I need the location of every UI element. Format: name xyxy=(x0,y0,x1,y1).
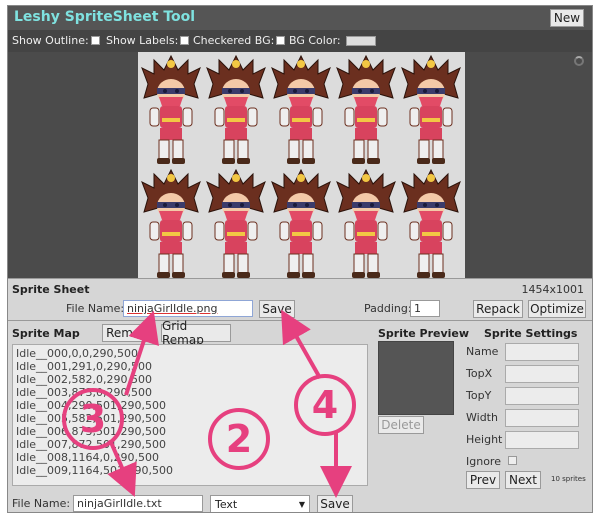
delete-button[interactable]: Delete xyxy=(378,416,424,434)
sprite-map-title: Sprite Map xyxy=(12,327,80,340)
sprite-frame[interactable] xyxy=(400,168,462,278)
sprite-sheet-dimensions: 1454x1001 xyxy=(521,283,585,296)
sprite-settings-title: Sprite Settings xyxy=(484,327,578,340)
settings-name-input[interactable] xyxy=(505,343,579,361)
sprite-map-line: Idle__008,1164,0,290,500 xyxy=(16,451,160,464)
map-file-name-label: File Name: xyxy=(12,497,71,510)
padding-input[interactable]: 1 xyxy=(410,300,440,317)
settings-width-label: Width xyxy=(466,411,498,424)
sheet-file-name-input[interactable]: ninjaGirlIdle.png xyxy=(123,300,253,317)
map-save-button[interactable]: Save xyxy=(317,495,353,512)
checkered-bg-checkbox[interactable] xyxy=(276,36,286,45)
annotation-number-3: 3 xyxy=(62,388,124,450)
padding-label: Padding: xyxy=(364,302,412,315)
checkered-bg-label: Checkered BG: xyxy=(193,34,275,47)
sprite-frame[interactable] xyxy=(205,54,267,166)
settings-topy-input[interactable] xyxy=(505,387,579,405)
sprite-frame[interactable] xyxy=(205,168,267,278)
settings-ignore-label: Ignore xyxy=(466,455,501,468)
show-labels-option: Show Labels: xyxy=(106,34,190,47)
settings-height-label: Height xyxy=(466,433,503,446)
annotation-number-4: 4 xyxy=(294,374,356,436)
ignore-checkbox[interactable] xyxy=(508,456,517,465)
settings-topy-label: TopY xyxy=(466,389,492,402)
new-button[interactable]: New xyxy=(550,9,584,27)
settings-topx-input[interactable] xyxy=(505,365,579,383)
show-outline-checkbox[interactable] xyxy=(90,36,100,45)
title-bar: Leshy SpriteSheet Tool New xyxy=(8,6,592,30)
sprite-frame[interactable] xyxy=(140,54,202,166)
bg-color-option: BG Color: xyxy=(289,34,376,47)
sprite-frame[interactable] xyxy=(270,168,332,278)
repack-button[interactable]: Repack xyxy=(473,300,523,318)
sprite-sheet-panel: Sprite Sheet 1454x1001 File Name: ninjaG… xyxy=(8,278,592,320)
show-outline-label: Show Outline: xyxy=(12,34,89,47)
sprite-sheet-image[interactable] xyxy=(138,52,465,278)
sheet-save-button[interactable]: Save xyxy=(259,300,295,318)
sheet-file-name-value: ninjaGirlIdle.png xyxy=(127,302,218,315)
sprite-frame[interactable] xyxy=(140,168,202,278)
map-file-name-input[interactable]: ninjaGirlIdle.txt xyxy=(73,495,203,512)
dropdown-arrow-icon: ▼ xyxy=(298,499,305,509)
show-labels-checkbox[interactable] xyxy=(180,36,190,45)
toolbar: Show Outline: Show Labels: Checkered BG:… xyxy=(8,30,592,52)
settings-width-input[interactable] xyxy=(505,409,579,427)
sprite-frame[interactable] xyxy=(270,54,332,166)
sprite-map-line: Idle__009,1164,501,290,500 xyxy=(16,464,174,477)
grid-remap-button[interactable]: Grid Remap xyxy=(161,319,231,347)
sprite-sheet-title: Sprite Sheet xyxy=(12,283,90,296)
show-outline-option: Show Outline: xyxy=(12,34,100,47)
settings-topx-label: TopX xyxy=(466,367,493,380)
map-format-value: Text xyxy=(215,497,238,511)
app-title: Leshy SpriteSheet Tool xyxy=(14,9,196,25)
prev-button[interactable]: Prev xyxy=(466,471,500,489)
sprite-canvas[interactable] xyxy=(8,52,592,278)
settings-height-input[interactable] xyxy=(505,431,579,449)
checkered-bg-option: Checkered BG: xyxy=(193,34,286,47)
sprite-preview-box xyxy=(378,341,454,415)
loading-spinner-icon xyxy=(574,56,584,66)
map-file-name-value: ninjaGirlIdle.txt xyxy=(77,497,162,510)
sprite-frame[interactable] xyxy=(400,54,462,166)
next-button[interactable]: Next xyxy=(505,471,541,489)
sprite-map-line: Idle__007,872,501,290,500 xyxy=(16,438,167,451)
sheet-file-name-label: File Name: xyxy=(66,302,125,315)
map-format-select[interactable]: Text ▼ xyxy=(210,495,310,512)
annotation-number-2: 2 xyxy=(208,408,270,470)
bg-color-swatch[interactable] xyxy=(345,35,376,46)
bg-color-label: BG Color: xyxy=(289,34,341,47)
show-labels-label: Show Labels: xyxy=(106,34,179,47)
remap-button[interactable]: Remap xyxy=(102,324,152,342)
sprite-frame[interactable] xyxy=(335,54,397,166)
sprite-preview-title: Sprite Preview xyxy=(378,327,470,340)
sprite-count: 10 sprites xyxy=(551,475,586,483)
optimize-button[interactable]: Optimize xyxy=(528,300,586,318)
padding-value: 1 xyxy=(414,302,421,315)
settings-name-label: Name xyxy=(466,345,499,358)
sprite-map-line: Idle__000,0,0,290,500 xyxy=(16,347,139,360)
sprite-map-line: Idle__001,291,0,290,500 xyxy=(16,360,153,373)
sprite-frame[interactable] xyxy=(335,168,397,278)
